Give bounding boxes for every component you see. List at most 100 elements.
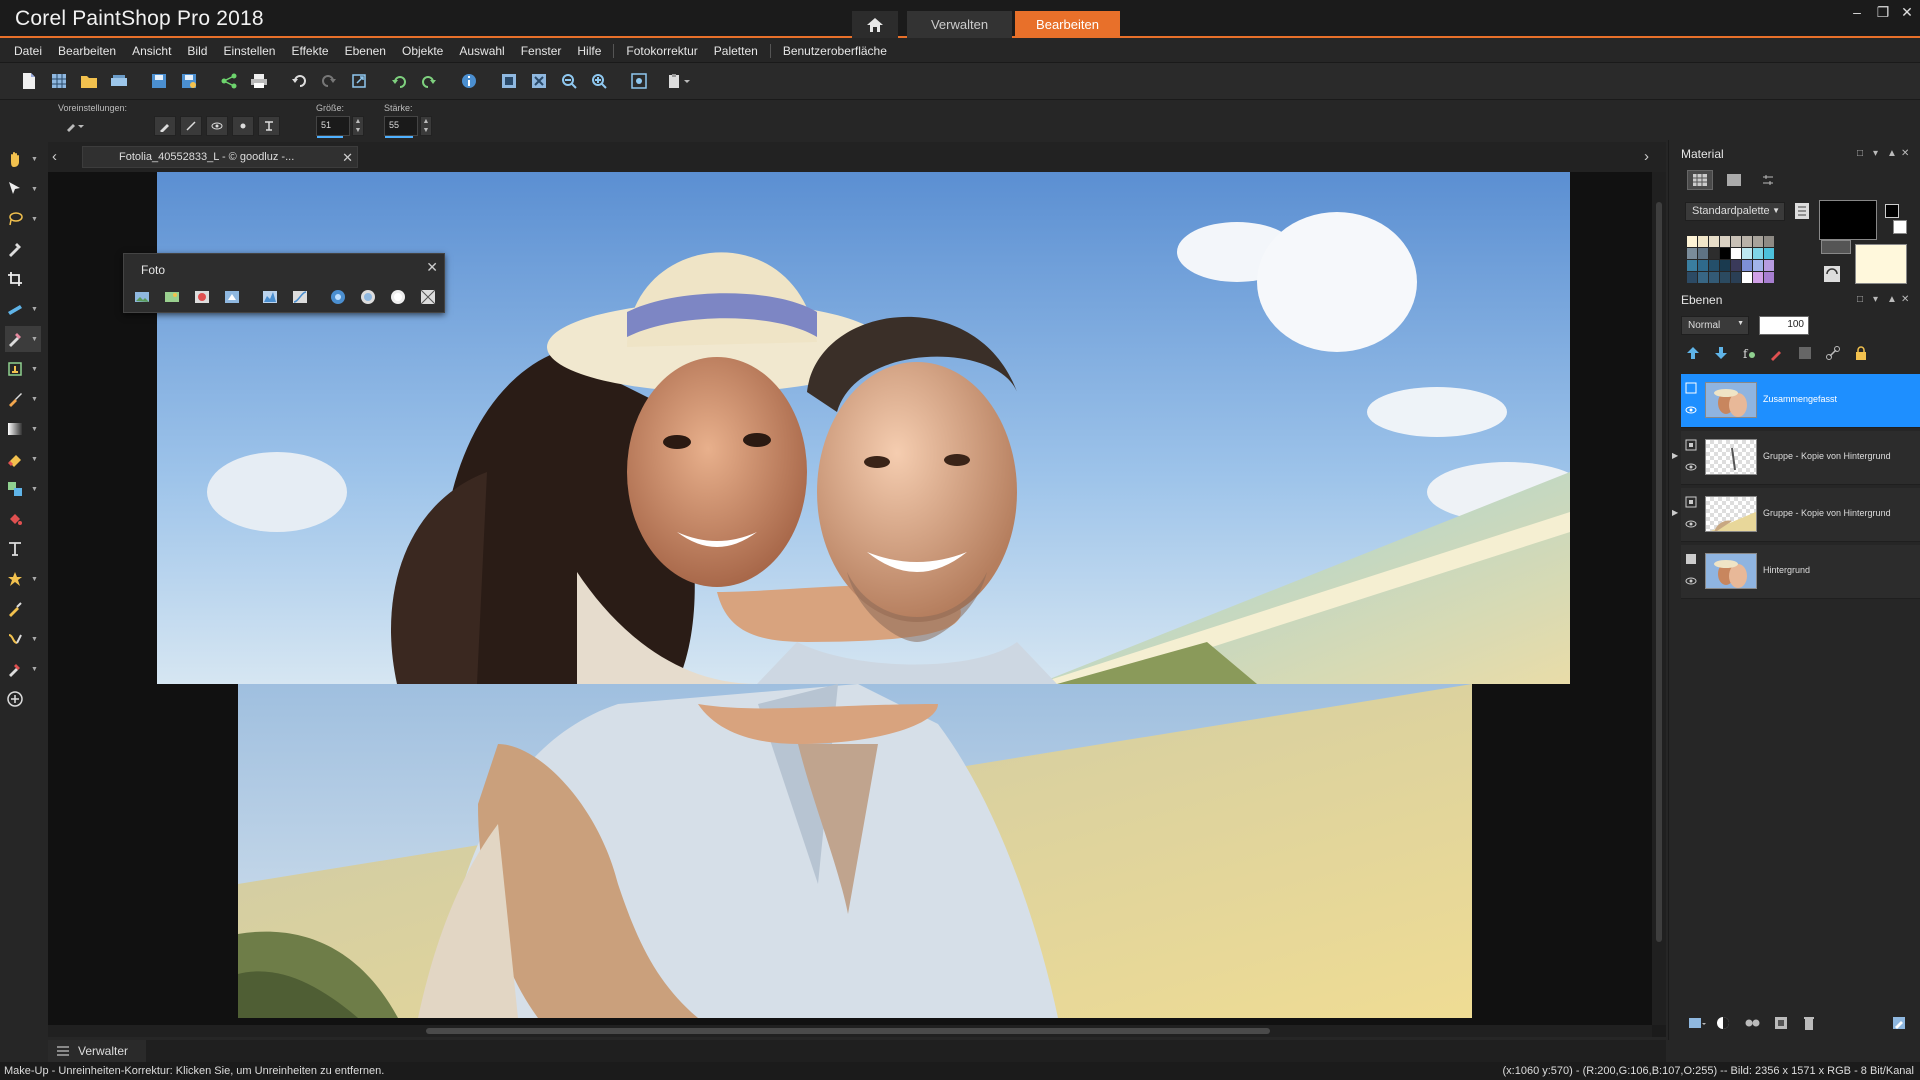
background-color-swatch[interactable] bbox=[1855, 244, 1907, 284]
pick-tool[interactable]: ▼ bbox=[5, 176, 41, 202]
resize-button[interactable] bbox=[344, 67, 374, 95]
menu-effekte[interactable]: Effekte bbox=[291, 44, 328, 58]
add-tool-button[interactable] bbox=[5, 686, 41, 712]
material-properties-button[interactable] bbox=[1821, 240, 1851, 254]
color-swatch[interactable] bbox=[1698, 236, 1708, 247]
undo-button[interactable] bbox=[284, 67, 314, 95]
mode-button-1[interactable] bbox=[154, 116, 176, 136]
link-layers-button[interactable] bbox=[1819, 342, 1847, 364]
visibility-menu-button[interactable] bbox=[1739, 1012, 1767, 1034]
menu-einstellen[interactable]: Einstellen bbox=[223, 44, 275, 58]
color-swatch[interactable] bbox=[1764, 272, 1774, 283]
color-swatch[interactable] bbox=[1764, 248, 1774, 259]
panel-close-icon[interactable]: ✕ bbox=[1901, 294, 1909, 305]
size-spinner[interactable]: ▲ ▼ bbox=[352, 116, 364, 136]
color-replacer-tool[interactable] bbox=[5, 506, 41, 532]
menu-fotokorrektur[interactable]: Fotokorrektur bbox=[626, 44, 697, 58]
rotate-left-button[interactable] bbox=[384, 67, 414, 95]
layer-row-hintergrund[interactable]: Hintergrund bbox=[1681, 545, 1920, 599]
shape-tool[interactable]: ▼ bbox=[5, 566, 41, 592]
layer-style-button[interactable] bbox=[1791, 342, 1819, 364]
paste-button[interactable] bbox=[664, 67, 694, 95]
foto-depth-button[interactable] bbox=[328, 287, 348, 307]
foto-red-eye-button[interactable] bbox=[192, 287, 212, 307]
color-swatch[interactable] bbox=[1764, 260, 1774, 271]
menu-objekte[interactable]: Objekte bbox=[402, 44, 443, 58]
panel-menu-icon[interactable]: ▾ bbox=[1873, 148, 1878, 159]
foto-lens-button[interactable] bbox=[418, 287, 438, 307]
color-swatch[interactable] bbox=[1753, 236, 1763, 247]
panel-menu-icon[interactable]: ▾ bbox=[1873, 294, 1878, 305]
color-swatch[interactable] bbox=[1764, 236, 1774, 247]
merge-layers-button[interactable] bbox=[1767, 1012, 1795, 1034]
color-swatch[interactable] bbox=[1753, 260, 1763, 271]
color-swatch[interactable] bbox=[1753, 248, 1763, 259]
menu-bearbeiten[interactable]: Bearbeiten bbox=[58, 44, 116, 58]
pan-tool[interactable]: ▼ bbox=[5, 146, 41, 172]
color-swatch[interactable] bbox=[1720, 272, 1730, 283]
color-swatch[interactable] bbox=[1687, 248, 1697, 259]
eye-icon[interactable] bbox=[1685, 518, 1697, 530]
mode-button-3[interactable] bbox=[206, 116, 228, 136]
eye-icon[interactable] bbox=[1685, 575, 1697, 587]
fit-image-button[interactable] bbox=[524, 67, 554, 95]
redo-button[interactable] bbox=[314, 67, 344, 95]
layer-row-gruppe-1[interactable]: ▶ Gruppe - Kopie von Hintergrund bbox=[1672, 431, 1920, 485]
tab-bearbeiten[interactable]: Bearbeiten bbox=[1015, 11, 1120, 38]
color-swatch[interactable] bbox=[1709, 236, 1719, 247]
lasso-tool[interactable]: ▼ bbox=[5, 206, 41, 232]
menu-hilfe[interactable]: Hilfe bbox=[577, 44, 601, 58]
close-window-button[interactable]: ✕ bbox=[1896, 2, 1918, 22]
save-button[interactable] bbox=[144, 67, 174, 95]
size-input[interactable]: 51 bbox=[316, 116, 350, 138]
document-tab[interactable]: Fotolia_40552833_L - © goodluz -... ✕ bbox=[82, 146, 358, 168]
color-swatches[interactable] bbox=[1687, 236, 1774, 284]
menu-auswahl[interactable]: Auswahl bbox=[459, 44, 504, 58]
gradient-tool[interactable]: ▼ bbox=[5, 416, 41, 442]
print-button[interactable] bbox=[244, 67, 274, 95]
color-swatch[interactable] bbox=[1720, 260, 1730, 271]
presets-dropdown[interactable] bbox=[64, 116, 86, 136]
scan-button[interactable] bbox=[104, 67, 134, 95]
menu-benutzeroberflaeche[interactable]: Benutzeroberfläche bbox=[783, 44, 887, 58]
color-dropper-tool[interactable]: ▼ bbox=[5, 656, 41, 682]
fit-window-button[interactable] bbox=[494, 67, 524, 95]
foto-sharpen-button[interactable] bbox=[358, 287, 378, 307]
palette-select[interactable]: Standardpalette ▼ bbox=[1685, 202, 1785, 221]
actual-size-button[interactable] bbox=[624, 67, 654, 95]
color-swatch[interactable] bbox=[1687, 260, 1697, 271]
clone-tool[interactable]: ▼ bbox=[5, 476, 41, 502]
new-raster-layer-button[interactable] bbox=[1679, 342, 1707, 364]
zoom-out-button[interactable] bbox=[554, 67, 584, 95]
eye-icon[interactable] bbox=[1685, 461, 1697, 473]
photo-bottom-region[interactable] bbox=[238, 684, 1472, 1018]
color-swatch[interactable] bbox=[1742, 236, 1752, 247]
color-swatch[interactable] bbox=[1709, 272, 1719, 283]
dropper-tool[interactable] bbox=[5, 236, 41, 262]
mode-button-4[interactable] bbox=[232, 116, 254, 136]
tabs-left-arrow[interactable]: ‹ bbox=[52, 148, 57, 165]
color-swatch[interactable] bbox=[1731, 272, 1741, 283]
panel-close-icon[interactable]: ✕ bbox=[1901, 148, 1909, 159]
color-swatch[interactable] bbox=[1709, 248, 1719, 259]
color-swatch[interactable] bbox=[1753, 272, 1763, 283]
crop-tool[interactable] bbox=[5, 266, 41, 292]
layer-row-zusammengefasst[interactable]: Zusammengefasst bbox=[1681, 374, 1920, 428]
color-swatch[interactable] bbox=[1687, 236, 1697, 247]
menu-paletten[interactable]: Paletten bbox=[714, 44, 758, 58]
minimize-button[interactable]: – bbox=[1846, 2, 1868, 22]
info-button[interactable] bbox=[454, 67, 484, 95]
menu-fenster[interactable]: Fenster bbox=[521, 44, 562, 58]
panel-pin-icon[interactable]: ▲ bbox=[1887, 294, 1897, 305]
foto-soften-button[interactable] bbox=[388, 287, 408, 307]
color-swatch[interactable] bbox=[1742, 272, 1752, 283]
color-swatch[interactable] bbox=[1720, 248, 1730, 259]
expand-arrow-icon[interactable]: ▶ bbox=[1672, 508, 1678, 517]
tabs-right-arrow[interactable]: › bbox=[1644, 148, 1649, 165]
layer-options-button[interactable] bbox=[1885, 1012, 1913, 1034]
layer-row-gruppe-2[interactable]: ▶ Gruppe - Kopie von Hintergrund bbox=[1672, 488, 1920, 542]
menu-datei[interactable]: Datei bbox=[14, 44, 42, 58]
photo-top-region[interactable] bbox=[157, 172, 1570, 684]
horizontal-scroll-thumb[interactable] bbox=[426, 1028, 1270, 1034]
strength-spinner[interactable]: ▲ ▼ bbox=[420, 116, 432, 136]
